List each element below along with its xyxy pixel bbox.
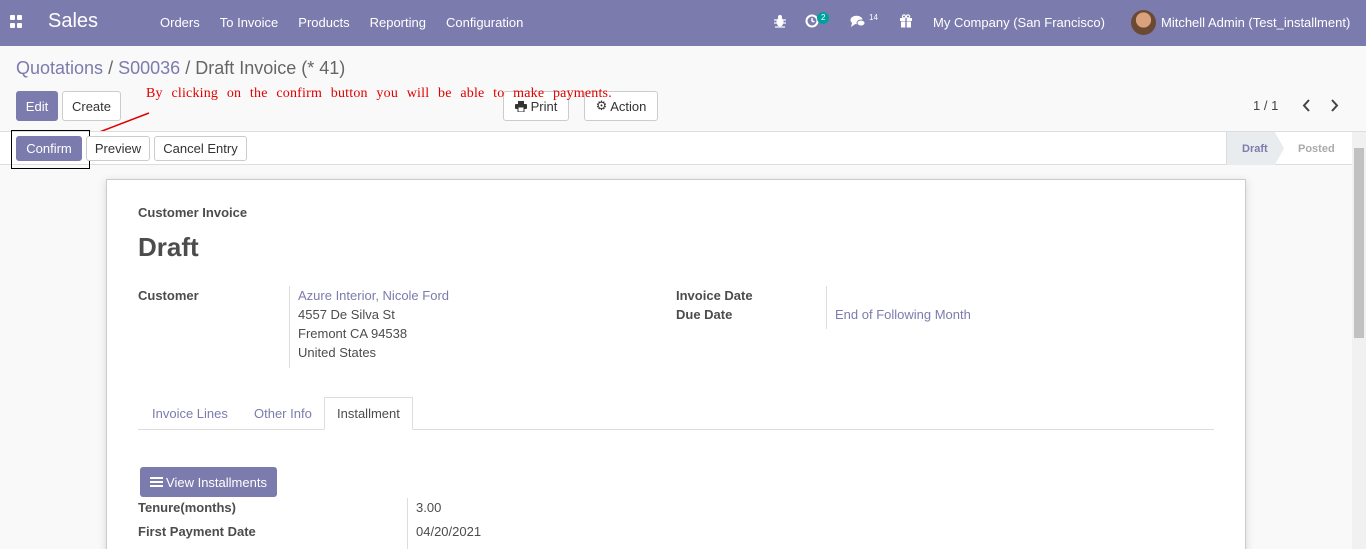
view-installments-label: View Installments <box>166 474 267 490</box>
tab-invoice-lines[interactable]: Invoice Lines <box>140 397 240 430</box>
gift-icon[interactable] <box>899 14 913 28</box>
action-label: Action <box>610 98 647 114</box>
field-divider <box>826 286 827 329</box>
menu-item-orders[interactable]: Orders <box>150 15 210 30</box>
app-name[interactable]: Sales <box>48 10 98 33</box>
tab-other-info[interactable]: Other Info <box>242 397 324 430</box>
stage-draft: Draft <box>1226 132 1284 165</box>
invoice-date-label: Invoice Date <box>676 288 753 303</box>
tutorial-annotation: By clicking on the confirm button you wi… <box>146 86 612 101</box>
chat-bubbles-icon[interactable] <box>850 15 866 28</box>
tenure-label: Tenure(months) <box>138 500 236 515</box>
scrollbar-thumb[interactable] <box>1354 148 1364 338</box>
preview-button[interactable]: Preview <box>86 136 150 161</box>
user-avatar[interactable] <box>1131 10 1156 35</box>
due-date-label: Due Date <box>676 307 733 322</box>
breadcrumb-separator: / <box>108 58 114 78</box>
breadcrumb-current: Draft Invoice (* 41) <box>195 58 346 78</box>
menu-item-configuration[interactable]: Configuration <box>436 15 533 30</box>
pager-next-icon[interactable] <box>1329 99 1339 112</box>
breadcrumb-order[interactable]: S00036 <box>118 58 180 78</box>
invoice-type-label: Customer Invoice <box>138 205 248 220</box>
customer-address-line: Fremont CA 94538 <box>298 326 408 341</box>
form-sheet <box>106 179 1246 549</box>
breadcrumb: Quotations / S00036 / Draft Invoice (* 4… <box>16 58 345 79</box>
main-menu: Orders To Invoice Products Reporting Con… <box>150 15 533 30</box>
list-icon <box>150 477 164 487</box>
stage-posted: Posted <box>1298 142 1335 155</box>
cancel-entry-button[interactable]: Cancel Entry <box>154 136 247 161</box>
first-payment-date-label: First Payment Date <box>138 524 256 539</box>
page-scrollbar[interactable] <box>1352 132 1366 549</box>
tab-installment[interactable]: Installment <box>324 397 413 430</box>
menu-item-reporting[interactable]: Reporting <box>360 15 436 30</box>
pager-previous-icon[interactable] <box>1302 99 1312 112</box>
edit-button[interactable]: Edit <box>16 91 58 121</box>
debug-bug-icon[interactable] <box>773 14 787 28</box>
view-installments-button[interactable]: View Installments <box>140 467 277 497</box>
message-count: 14 <box>869 13 878 22</box>
activity-count-badge: 2 <box>817 12 830 24</box>
printer-icon <box>514 100 527 112</box>
top-navbar: Sales Orders To Invoice Products Reporti… <box>0 0 1366 46</box>
customer-link[interactable]: Azure Interior, Nicole Ford <box>298 288 449 303</box>
customer-label: Customer <box>138 288 199 303</box>
payment-terms-link[interactable]: End of Following Month <box>835 307 971 322</box>
invoice-state-title: Draft <box>138 232 199 262</box>
menu-item-to-invoice[interactable]: To Invoice <box>210 15 289 30</box>
customer-address-line: United States <box>298 345 377 360</box>
confirm-highlight-box <box>11 130 90 169</box>
tenure-value: 3.00 <box>416 500 442 515</box>
breadcrumb-quotations[interactable]: Quotations <box>16 58 103 78</box>
field-divider <box>407 498 408 549</box>
first-payment-date-value: 04/20/2021 <box>416 524 482 539</box>
menu-item-products[interactable]: Products <box>288 15 359 30</box>
field-divider <box>289 286 290 368</box>
company-switcher[interactable]: My Company (San Francisco) <box>933 15 1105 30</box>
user-menu[interactable]: Mitchell Admin (Test_installment) <box>1161 15 1350 30</box>
breadcrumb-separator: / <box>185 58 191 78</box>
pager-counter[interactable]: 1 / 1 <box>1253 98 1278 113</box>
customer-address-line: 4557 De Silva St <box>298 307 395 322</box>
apps-menu-icon[interactable] <box>10 15 23 28</box>
